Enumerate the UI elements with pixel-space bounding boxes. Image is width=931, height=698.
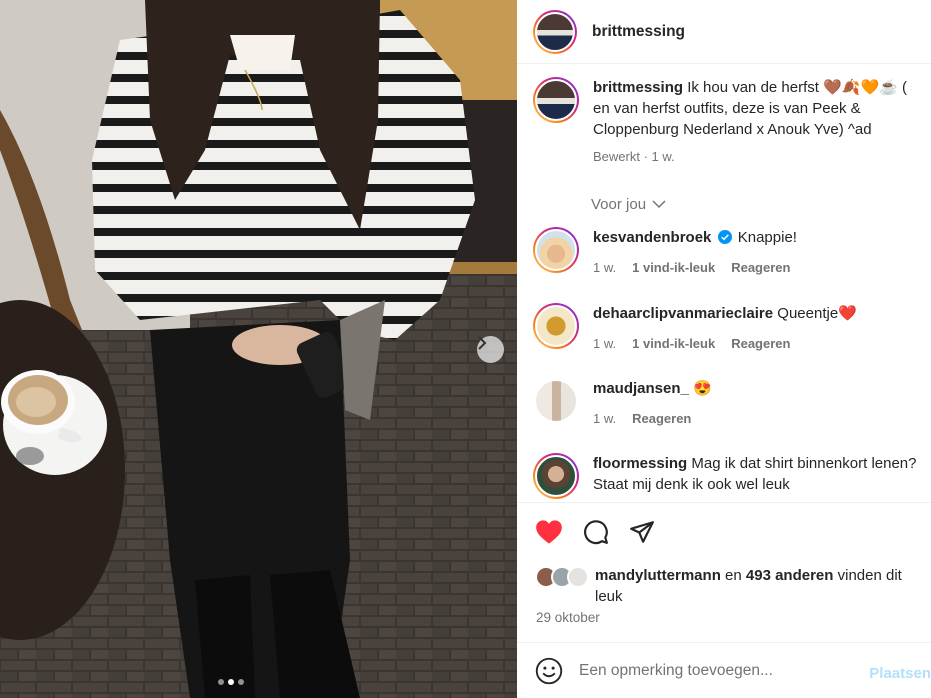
comment-time: 1 w.: [593, 260, 617, 275]
reply-button[interactable]: Reageren: [731, 257, 790, 278]
paper-plane-icon[interactable]: [629, 519, 655, 550]
reply-button[interactable]: Reageren: [731, 333, 790, 354]
likes-others[interactable]: 493 anderen: [746, 567, 834, 584]
next-photo-button[interactable]: [477, 336, 504, 363]
comment-item: dehaarclipvanmarieclaire Queentje❤️ 1 w.…: [533, 303, 931, 354]
comment-text: Queentje❤️: [777, 305, 857, 322]
post-actions: mandyluttermann en 493 anderen vinden di…: [517, 502, 931, 642]
commenter-avatar[interactable]: [533, 453, 579, 499]
emoji-icon[interactable]: [535, 657, 563, 685]
comment-time: 1 w.: [593, 411, 617, 426]
carousel-dot: [218, 679, 224, 685]
comment-item: floormessing Mag ik dat shirt binnenkort…: [533, 453, 931, 499]
commenter-avatar[interactable]: [536, 381, 576, 421]
liker-avatar: [567, 566, 589, 588]
comment-bubble-icon[interactable]: [583, 519, 609, 550]
carousel-dots: [218, 679, 244, 685]
comment-text: Knappie!: [737, 229, 797, 246]
carousel-dot: [238, 679, 244, 685]
post-panel: brittmessing brittmessing Ik hou van de …: [517, 0, 931, 698]
liker-avatars: [535, 566, 589, 607]
comment-likes[interactable]: 1 vind-ik-leuk: [632, 333, 715, 354]
carousel-dot-active: [228, 679, 234, 685]
caption-username[interactable]: brittmessing: [593, 79, 683, 96]
comment-input[interactable]: [579, 661, 879, 680]
add-comment-bar: Plaatsen: [517, 642, 931, 698]
post-date[interactable]: 29 oktober: [536, 610, 600, 625]
liker-username[interactable]: mandyluttermann: [595, 567, 721, 584]
photo-illustration: [0, 0, 517, 698]
comment-username[interactable]: floormessing: [593, 455, 687, 472]
likes-summary[interactable]: mandyluttermann en 493 anderen vinden di…: [535, 565, 931, 607]
comment-username[interactable]: kesvandenbroek: [593, 229, 711, 246]
comment-item: maudjansen_ 😍 1 w. Reageren: [533, 378, 931, 429]
comment-likes[interactable]: 1 vind-ik-leuk: [632, 257, 715, 278]
post-photo[interactable]: [0, 0, 517, 698]
commenter-avatar[interactable]: [533, 227, 579, 273]
commenter-avatar[interactable]: [533, 303, 579, 349]
comment-item: kesvandenbroek Knappie! 1 w. 1 vind-ik-l…: [533, 227, 931, 278]
caption-meta: Bewerkt · 1 w.: [593, 149, 675, 164]
heart-filled-icon[interactable]: [535, 519, 563, 550]
author-avatar[interactable]: [533, 9, 577, 54]
comment-username[interactable]: dehaarclipvanmarieclaire: [593, 305, 773, 322]
post-comment-button[interactable]: Plaatsen: [869, 665, 931, 682]
caption-avatar[interactable]: [533, 77, 579, 123]
caption: brittmessing Ik hou van de herfst 🤎🍂🧡☕ (…: [533, 77, 931, 167]
likes-connector: en: [725, 567, 742, 584]
chevron-down-icon: [652, 200, 666, 209]
comments-section[interactable]: brittmessing Ik hou van de herfst 🤎🍂🧡☕ (…: [517, 65, 931, 502]
comment-username[interactable]: maudjansen_: [593, 380, 689, 397]
sort-label: Voor jou: [591, 196, 647, 213]
comment-text: 😍: [693, 380, 712, 397]
verified-badge-icon: [717, 230, 732, 244]
sort-comments-dropdown[interactable]: Voor jou: [591, 196, 666, 213]
chevron-right-icon: [478, 336, 487, 350]
comment-time: 1 w.: [593, 336, 617, 351]
post-header: brittmessing: [517, 0, 931, 64]
author-username[interactable]: brittmessing: [592, 23, 685, 41]
reply-button[interactable]: Reageren: [632, 408, 691, 429]
